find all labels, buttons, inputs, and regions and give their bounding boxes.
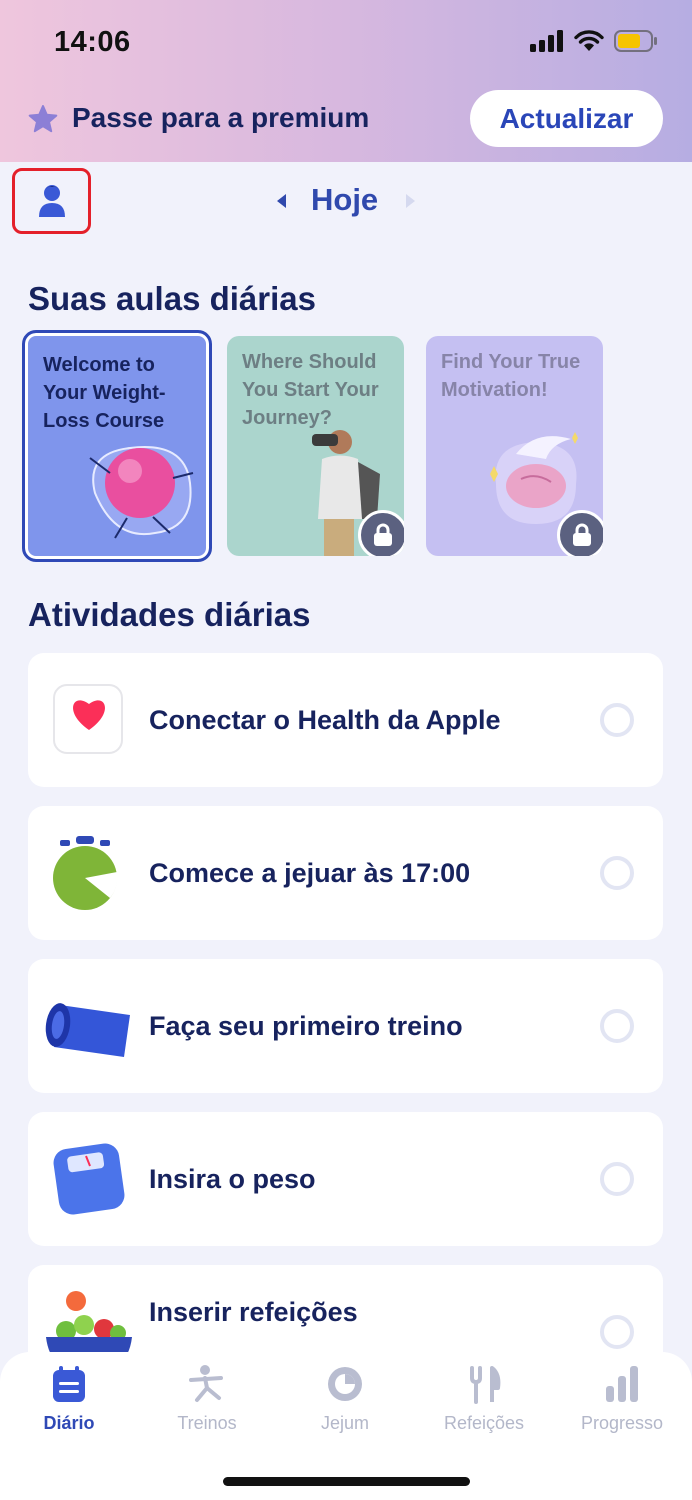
profile-button[interactable] — [12, 168, 91, 234]
tab-progresso[interactable]: Progresso — [562, 1364, 682, 1444]
status-time: 14:06 — [54, 26, 131, 58]
lesson-card-2[interactable]: Where Should You Start Your Journey? — [227, 336, 404, 556]
activities-section-title: Atividades diárias — [28, 596, 311, 633]
running-ball-illustration — [89, 446, 194, 539]
tab-label: Diário — [43, 1413, 95, 1433]
tab-refeicoes[interactable]: Refeições — [424, 1364, 544, 1444]
chevron-right-icon[interactable] — [404, 192, 418, 210]
activity-item-workout[interactable]: Faça seu primeiro treino — [28, 959, 663, 1093]
activity-checkbox[interactable] — [600, 1315, 634, 1349]
battery-icon — [614, 30, 657, 52]
tab-jejum[interactable]: Jejum — [285, 1364, 405, 1444]
star-icon — [28, 105, 58, 133]
fasting-icon — [328, 1367, 362, 1401]
person-icon — [38, 185, 65, 217]
activity-checkbox[interactable] — [600, 1009, 634, 1043]
lock-badge — [358, 510, 404, 556]
activity-checkbox[interactable] — [600, 856, 634, 890]
timer-icon — [53, 836, 118, 910]
wifi-icon — [574, 30, 604, 51]
lock-icon — [374, 523, 392, 546]
tab-label: Refeições — [443, 1413, 525, 1433]
activity-item-fasting[interactable]: Comece a jejuar às 17:00 — [28, 806, 663, 940]
activity-item-apple-health[interactable]: Conectar o Health da Apple — [28, 653, 663, 787]
date-label[interactable]: Hoje — [311, 182, 378, 218]
activity-label: Insira o peso — [149, 1164, 316, 1194]
date-navigator: Hoje — [270, 180, 420, 224]
home-indicator — [223, 1477, 470, 1486]
lesson-card-1[interactable]: Welcome to Your Weight-Loss Course — [22, 330, 212, 562]
lesson-title: Find Your True Motivation! — [441, 351, 581, 401]
premium-banner-text[interactable]: Passe para a premium — [72, 102, 369, 134]
tab-label: Jejum — [320, 1413, 369, 1433]
activity-checkbox[interactable] — [600, 1162, 634, 1196]
lock-icon — [573, 523, 591, 546]
lessons-section-title: Suas aulas diárias — [28, 280, 316, 317]
activity-label: Conectar o Health da Apple — [149, 705, 501, 735]
status-icons — [530, 30, 658, 52]
fork-knife-icon — [470, 1366, 501, 1404]
lesson-card-3[interactable]: Find Your True Motivation! — [426, 336, 603, 556]
tab-diario[interactable]: Diário — [9, 1364, 129, 1444]
activity-item-weight[interactable]: Insira o peso — [28, 1112, 663, 1246]
tab-label: Progresso — [580, 1413, 664, 1433]
bar-chart-icon — [606, 1366, 638, 1402]
chevron-left-icon[interactable] — [274, 192, 288, 210]
activity-label: Inserir refeições — [149, 1297, 358, 1327]
activity-checkbox[interactable] — [600, 703, 634, 737]
lesson-title: Welcome to Your Weight-Loss Course — [43, 354, 166, 432]
tab-label: Treinos — [177, 1413, 237, 1433]
activity-label: Comece a jejuar às 17:00 — [149, 858, 471, 888]
workout-icon — [189, 1365, 223, 1402]
upgrade-button[interactable]: Actualizar — [470, 90, 663, 147]
top-banner: 14:06 Passe para a premium Actualizar — [0, 0, 692, 162]
diary-icon — [53, 1366, 85, 1402]
heart-icon — [53, 684, 123, 754]
yoga-mat-icon — [45, 1003, 130, 1057]
lesson-title: Where Should You Start Your Journey? — [242, 351, 379, 429]
tab-treinos[interactable]: Treinos — [147, 1364, 267, 1444]
activity-label: Faça seu primeiro treino — [149, 1011, 463, 1041]
lock-badge — [557, 510, 603, 556]
scale-icon — [53, 1143, 125, 1215]
signal-bars-icon — [530, 30, 563, 52]
